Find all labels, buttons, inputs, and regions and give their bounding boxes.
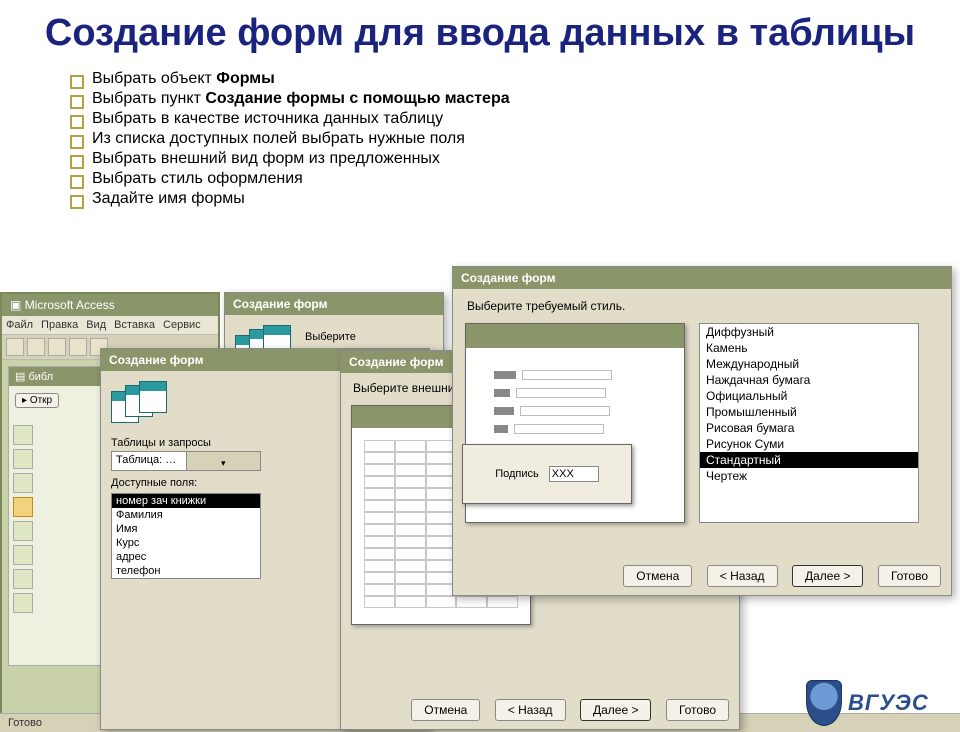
cancel-button[interactable]: Отмена bbox=[623, 565, 692, 587]
bullet-item: Выбрать в качестве источника данных табл… bbox=[70, 110, 960, 128]
logo: ВГУЭС bbox=[806, 678, 956, 728]
cancel-button[interactable]: Отмена bbox=[411, 699, 480, 721]
nav-item[interactable] bbox=[13, 569, 33, 589]
window-title: Создание форм bbox=[225, 293, 443, 315]
menu-item[interactable]: Сервис bbox=[163, 319, 201, 331]
style-preview: Подпись bbox=[465, 323, 685, 523]
available-fields-list[interactable]: номер зач книжкиФамилияИмяКурсадрестелеф… bbox=[111, 493, 261, 579]
finish-button[interactable]: Готово bbox=[666, 699, 729, 721]
bullet-item: Выбрать объект Формы bbox=[70, 70, 960, 88]
wizard-icon bbox=[111, 381, 171, 429]
wizard-prompt: Выберите требуемый стиль. bbox=[453, 289, 951, 313]
style-item[interactable]: Диффузный bbox=[700, 324, 918, 340]
toolbar-button[interactable] bbox=[6, 338, 24, 356]
finish-button[interactable]: Готово bbox=[878, 565, 941, 587]
field-item[interactable]: номер зач книжки bbox=[112, 494, 260, 508]
style-list[interactable]: ДиффузныйКаменьМеждународныйНаждачная бу… bbox=[699, 323, 919, 523]
app-title-bar: ▣ Microsoft Access bbox=[2, 294, 218, 316]
form-wizard-style-window: Создание форм Выберите требуемый стиль. … bbox=[452, 266, 952, 596]
preview-popup: Подпись bbox=[462, 444, 632, 504]
open-button[interactable]: ▸ Откр bbox=[15, 393, 59, 408]
field-item[interactable]: адрес bbox=[112, 550, 260, 564]
menu-item[interactable]: Правка bbox=[41, 319, 78, 331]
open-icon: ▸ bbox=[22, 395, 27, 406]
style-item[interactable]: Наждачная бумага bbox=[700, 372, 918, 388]
window-title: Создание форм bbox=[453, 267, 951, 289]
db-icon: ▤ bbox=[15, 371, 25, 383]
toolbar-button[interactable] bbox=[69, 338, 87, 356]
menu-bar[interactable]: Файл Правка Вид Вставка Сервис bbox=[2, 316, 218, 334]
style-item[interactable]: Промышленный bbox=[700, 404, 918, 420]
bullet-list: Выбрать объект Формы Выбрать пункт Создан… bbox=[70, 70, 960, 208]
toolbar-button[interactable] bbox=[27, 338, 45, 356]
field-item[interactable]: Имя bbox=[112, 522, 260, 536]
style-item[interactable]: Рисовая бумага bbox=[700, 420, 918, 436]
style-item[interactable]: Камень bbox=[700, 340, 918, 356]
logo-text: ВГУЭС bbox=[848, 690, 929, 716]
popup-label: Подпись bbox=[495, 468, 539, 480]
bullet-item: Выбрать внешний вид форм из предложенных bbox=[70, 150, 960, 168]
nav-item[interactable] bbox=[13, 449, 33, 469]
app-icon: ▣ bbox=[10, 298, 21, 312]
style-item[interactable]: Рисунок Суми bbox=[700, 436, 918, 452]
back-button[interactable]: < Назад bbox=[707, 565, 778, 587]
nav-item[interactable] bbox=[13, 545, 33, 565]
back-button[interactable]: < Назад bbox=[495, 699, 566, 721]
chevron-down-icon[interactable]: ▾ bbox=[186, 452, 261, 470]
nav-item[interactable] bbox=[13, 593, 33, 613]
menu-item[interactable]: Файл bbox=[6, 319, 33, 331]
field-item[interactable]: Курс bbox=[112, 536, 260, 550]
nav-sidebar bbox=[13, 425, 37, 617]
slide-title: Создание форм для ввода данных в таблицы bbox=[40, 12, 920, 56]
field-item[interactable]: Фамилия bbox=[112, 508, 260, 522]
nav-item[interactable] bbox=[13, 521, 33, 541]
table-combo[interactable]: Таблица: Студент ▾ bbox=[111, 451, 261, 471]
toolbar-button[interactable] bbox=[48, 338, 66, 356]
next-button[interactable]: Далее > bbox=[792, 565, 864, 587]
next-button[interactable]: Далее > bbox=[580, 699, 652, 721]
style-item[interactable]: Чертеж bbox=[700, 468, 918, 484]
style-item[interactable]: Международный bbox=[700, 356, 918, 372]
popup-field[interactable] bbox=[549, 466, 599, 482]
style-item[interactable]: Стандартный bbox=[700, 452, 918, 468]
app-title: Microsoft Access bbox=[25, 298, 115, 312]
logo-crest-icon bbox=[806, 680, 842, 726]
bullet-item: Выбрать стиль оформления bbox=[70, 170, 960, 188]
bullet-item: Из списка доступных полей выбрать нужные… bbox=[70, 130, 960, 148]
menu-item[interactable]: Вид bbox=[86, 319, 106, 331]
nav-item[interactable] bbox=[13, 497, 33, 517]
bullet-item: Задайте имя формы bbox=[70, 190, 960, 208]
style-item[interactable]: Официальный bbox=[700, 388, 918, 404]
menu-item[interactable]: Вставка bbox=[114, 319, 155, 331]
nav-item[interactable] bbox=[13, 425, 33, 445]
nav-item[interactable] bbox=[13, 473, 33, 493]
field-item[interactable]: телефон bbox=[112, 564, 260, 578]
bullet-item: Выбрать пункт Создание формы с помощью м… bbox=[70, 90, 960, 108]
